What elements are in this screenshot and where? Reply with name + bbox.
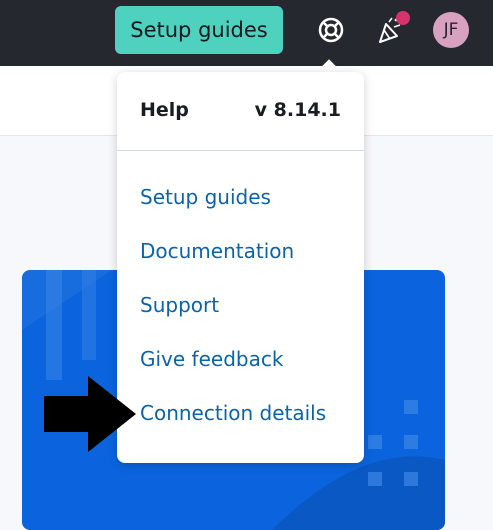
divider bbox=[117, 150, 364, 151]
notification-badge bbox=[396, 11, 410, 25]
give-feedback-link[interactable]: Give feedback bbox=[140, 347, 283, 371]
setup-guides-link[interactable]: Setup guides bbox=[140, 185, 271, 209]
version-label: v 8.14.1 bbox=[254, 99, 341, 121]
help-menu-title: Help bbox=[140, 99, 189, 121]
support-link[interactable]: Support bbox=[140, 293, 219, 317]
user-avatar[interactable]: JF bbox=[433, 12, 469, 48]
documentation-link[interactable]: Documentation bbox=[140, 239, 294, 263]
connection-details-link[interactable]: Connection details bbox=[140, 401, 326, 425]
arrow-annotation-icon bbox=[44, 376, 136, 452]
help-button[interactable] bbox=[311, 10, 351, 50]
lifebuoy-icon bbox=[318, 17, 344, 43]
help-menu-popover: Help v 8.14.1 Setup guides Documentation… bbox=[117, 72, 364, 463]
setup-guides-button[interactable]: Setup guides bbox=[115, 6, 283, 54]
top-navigation-bar: Setup guides JF bbox=[0, 0, 493, 66]
